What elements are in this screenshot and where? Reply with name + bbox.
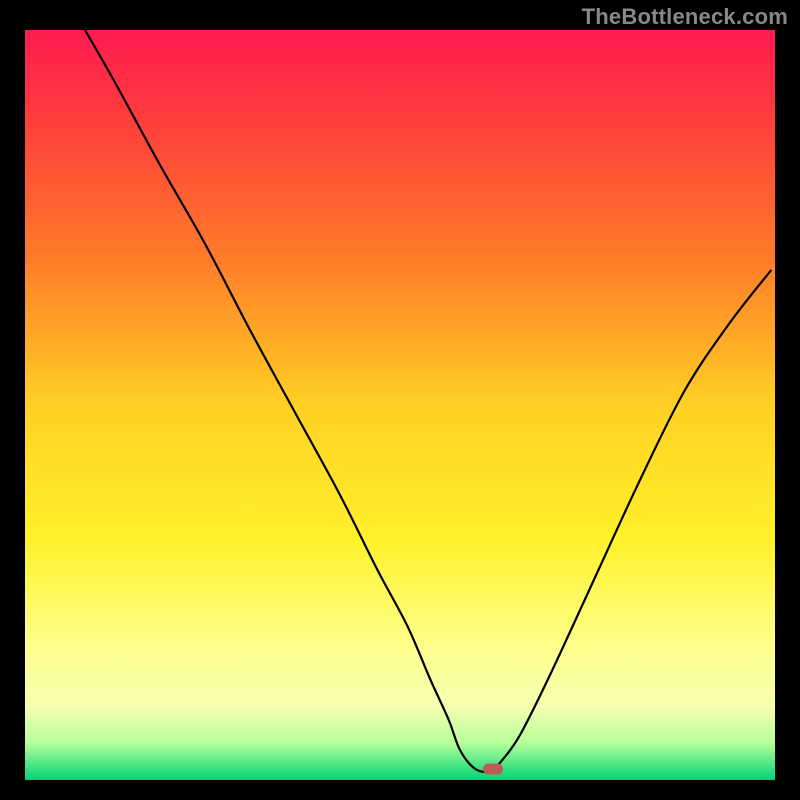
attribution-label: TheBottleneck.com xyxy=(582,4,788,30)
plot-area xyxy=(25,30,775,780)
chart-frame: TheBottleneck.com xyxy=(0,0,800,800)
gradient-background xyxy=(25,30,775,780)
minimum-marker-icon xyxy=(483,763,503,774)
plot-svg xyxy=(25,30,775,780)
